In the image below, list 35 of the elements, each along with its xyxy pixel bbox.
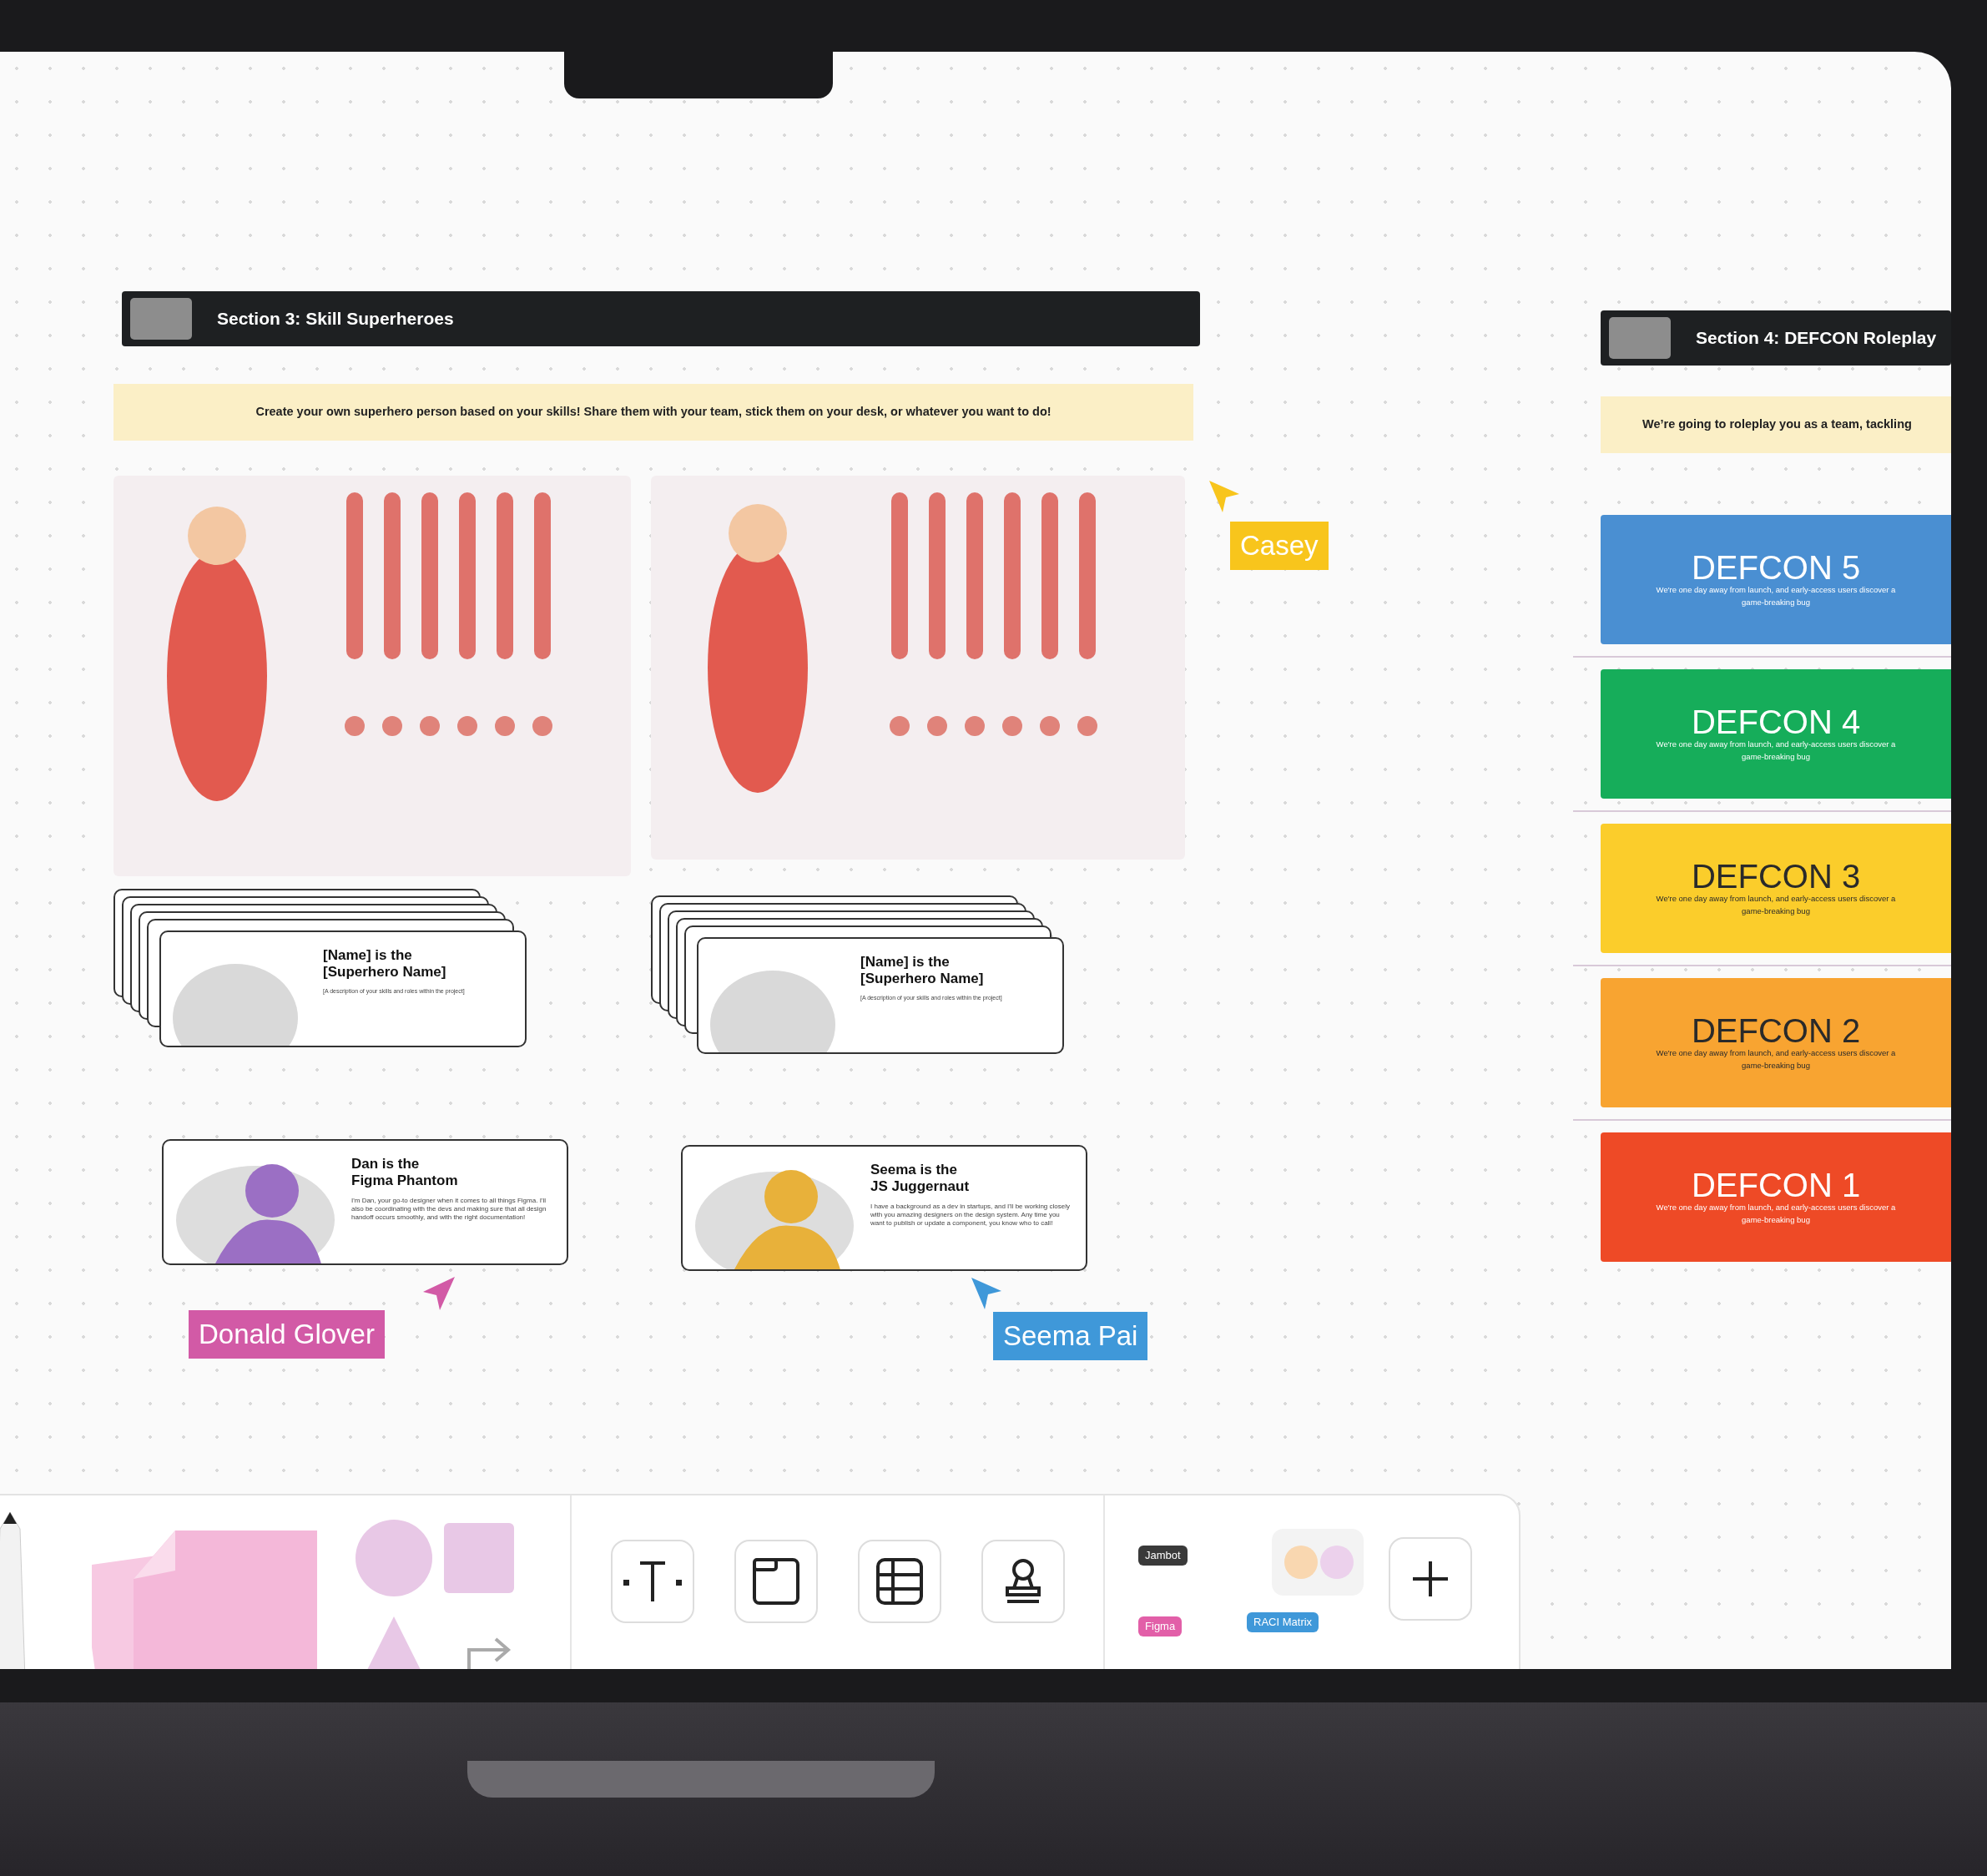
cursor-name-label: Seema Pai	[993, 1312, 1148, 1360]
text-tool-button[interactable]	[610, 1540, 694, 1623]
sticker[interactable]: Figma	[1138, 1616, 1183, 1636]
defcon-title: DEFCON 5	[1691, 551, 1861, 585]
cursor-name-label: Donald Glover	[189, 1310, 385, 1359]
section-description: We’re going to roleplay you as a team, tackling	[1601, 396, 1951, 453]
card-description: I have a background as a dev in startups, and I'll be working closely with you amazing designers on the design system. Any time you want to publish or update a component, you know who to call!	[870, 1202, 1071, 1228]
defcon-title: DEFCON 3	[1691, 860, 1861, 894]
stamp-tool-button[interactable]	[981, 1540, 1065, 1623]
defcon-title: DEFCON 2	[1691, 1014, 1861, 1048]
defcon-description: We're one day away from launch, and early-access users discover a game-breaking bug	[1655, 1047, 1897, 1072]
card-title: [Name] is the [Superhero Name]	[323, 947, 447, 981]
card-title: [Name] is the [Superhero Name]	[860, 954, 985, 988]
defcon-title: DEFCON 4	[1691, 705, 1861, 739]
card-description: I'm Dan, your go-to designer when it comes to all things Figma. I'll also be coordinating with the devs and making sure that all design handoff occurs smoothly, and with the right documentation!	[351, 1196, 547, 1222]
section-icon	[130, 298, 192, 340]
defcon-description: We're one day away from launch, and early-access users discover a game-breaking bug	[1655, 1202, 1897, 1226]
defcon-description: We're one day away from launch, and early-access users discover a game-breaking bug	[1655, 739, 1897, 763]
section-title: Section 3: Skill Superheroes	[217, 308, 454, 330]
sticker[interactable]: RACI Matrix	[1247, 1612, 1319, 1632]
section-icon	[1609, 317, 1671, 359]
section-title: Section 4: DEFCON Roleplay	[1696, 327, 1937, 350]
section-description: Create your own superhero person based on your skills! Share them with your team, stick them on your desk, or whatever you want to do!	[113, 384, 1193, 441]
table-icon	[874, 1556, 925, 1606]
frame-icon	[750, 1556, 801, 1606]
sticker[interactable]: Jambot	[1138, 1546, 1188, 1566]
cursor-name-label: Casey	[1230, 522, 1329, 570]
add-button[interactable]	[1389, 1537, 1473, 1621]
section-tool-button[interactable]	[734, 1540, 818, 1623]
defcon-description: We're one day away from launch, and early-access users discover a game-breaking bug	[1655, 893, 1897, 917]
defcon-description: We're one day away from launch, and early-access users discover a game-breaking bug	[1655, 584, 1897, 608]
card-title: Seema is the JS Juggernaut	[870, 1162, 971, 1196]
table-tool-button[interactable]	[857, 1540, 941, 1623]
card-title: Dan is the Figma Phantom	[351, 1156, 459, 1190]
defcon-title: DEFCON 1	[1691, 1168, 1861, 1203]
